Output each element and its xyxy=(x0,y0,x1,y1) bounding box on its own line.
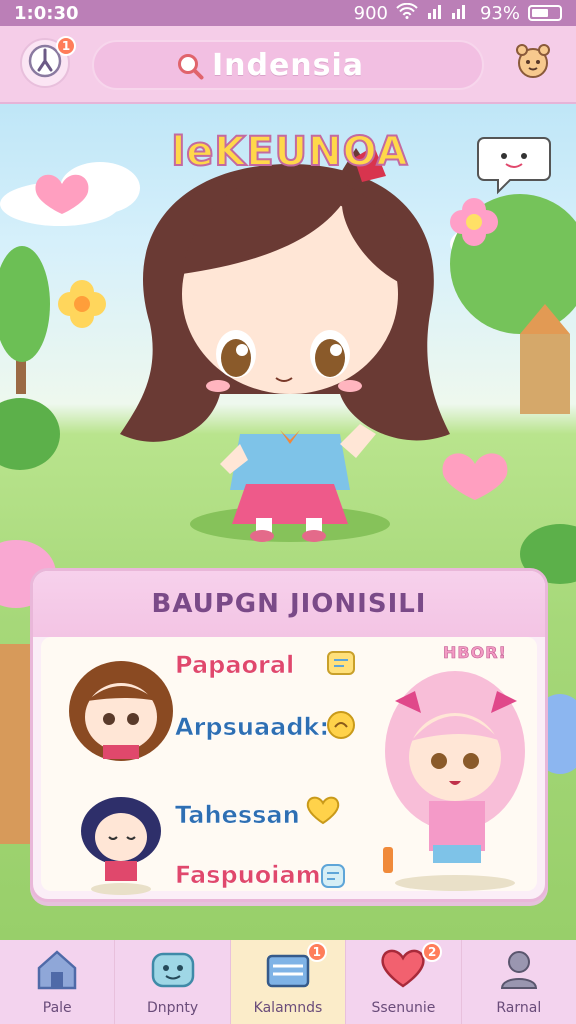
nav-label: Dnpnty xyxy=(147,1000,199,1016)
stat-label-1: Papaoral xyxy=(175,651,295,680)
nav-label: Kalamnds xyxy=(253,1000,323,1016)
clock-badge: 1 xyxy=(56,36,76,56)
pet-icon xyxy=(512,40,554,86)
stat-label-3: Tahessan xyxy=(175,801,300,830)
nav-badge: 2 xyxy=(422,942,443,962)
nav-label: Pale xyxy=(42,1000,72,1016)
chibi-character[interactable] xyxy=(120,146,450,542)
panel-header: BAUPGN JIONISILI xyxy=(33,571,545,637)
chat-bubble-icon[interactable] xyxy=(474,128,554,202)
nav-label: Ssenunie xyxy=(371,1000,436,1016)
status-text: 900 xyxy=(353,2,388,24)
status-bar: 1:0:30 900 93% xyxy=(0,0,576,26)
character-avatars xyxy=(69,661,173,895)
nav-badge: 1 xyxy=(306,942,327,962)
note-icon[interactable] xyxy=(325,647,357,683)
coin-icon[interactable] xyxy=(325,709,357,745)
status-right: 900 93% xyxy=(353,2,562,24)
game-scene: leKEUNOA BAUPGN JIONISILI HBOR! Papaoral… xyxy=(0,104,576,940)
top-bar: 1 Indensia xyxy=(0,26,576,104)
nav-item-cards[interactable]: 1 Kalamnds xyxy=(230,940,347,1024)
search-input[interactable]: Indensia xyxy=(94,48,482,83)
game-title-logo: leKEUNOA xyxy=(170,128,409,176)
status-time: 1:0:30 xyxy=(14,2,79,24)
pet-button[interactable] xyxy=(508,38,558,88)
heart-icon[interactable] xyxy=(305,795,341,831)
battery-percent: 93% xyxy=(479,2,520,24)
info-panel: BAUPGN JIONISILI HBOR! Papaoral Arpsuaad… xyxy=(30,568,548,902)
clock-button[interactable]: 1 xyxy=(20,36,76,88)
nav-item-heart[interactable]: 2 Ssenunie xyxy=(346,940,462,1024)
signal-icon xyxy=(426,3,472,24)
wifi-icon xyxy=(396,2,418,24)
stat-label-2: Arpsuaadk: xyxy=(175,713,330,742)
nav-item-home[interactable]: Pale xyxy=(0,940,116,1024)
panel-title: BAUPGN JIONISILI xyxy=(151,589,427,619)
heart-icon xyxy=(378,946,428,996)
bottom-nav: Pale Dnpnty 1 Kalamnds 2 Ssenunie Rarnal xyxy=(0,940,576,1024)
search-bar[interactable]: Indensia xyxy=(92,40,484,90)
cup-icon[interactable] xyxy=(317,859,349,895)
side-label: HBOR! xyxy=(443,643,507,663)
monster-icon xyxy=(148,946,198,996)
pink-character xyxy=(383,671,525,891)
nav-item-profile[interactable]: Rarnal xyxy=(462,940,576,1024)
search-icon xyxy=(176,52,206,86)
home-icon xyxy=(34,946,80,996)
profile-icon xyxy=(496,946,542,996)
battery-icon xyxy=(528,5,562,21)
stat-label-4: Faspuoiam! xyxy=(175,861,332,890)
cards-icon xyxy=(263,946,313,996)
nav-label: Rarnal xyxy=(496,1000,542,1016)
nav-item-monster[interactable]: Dnpnty xyxy=(115,940,231,1024)
